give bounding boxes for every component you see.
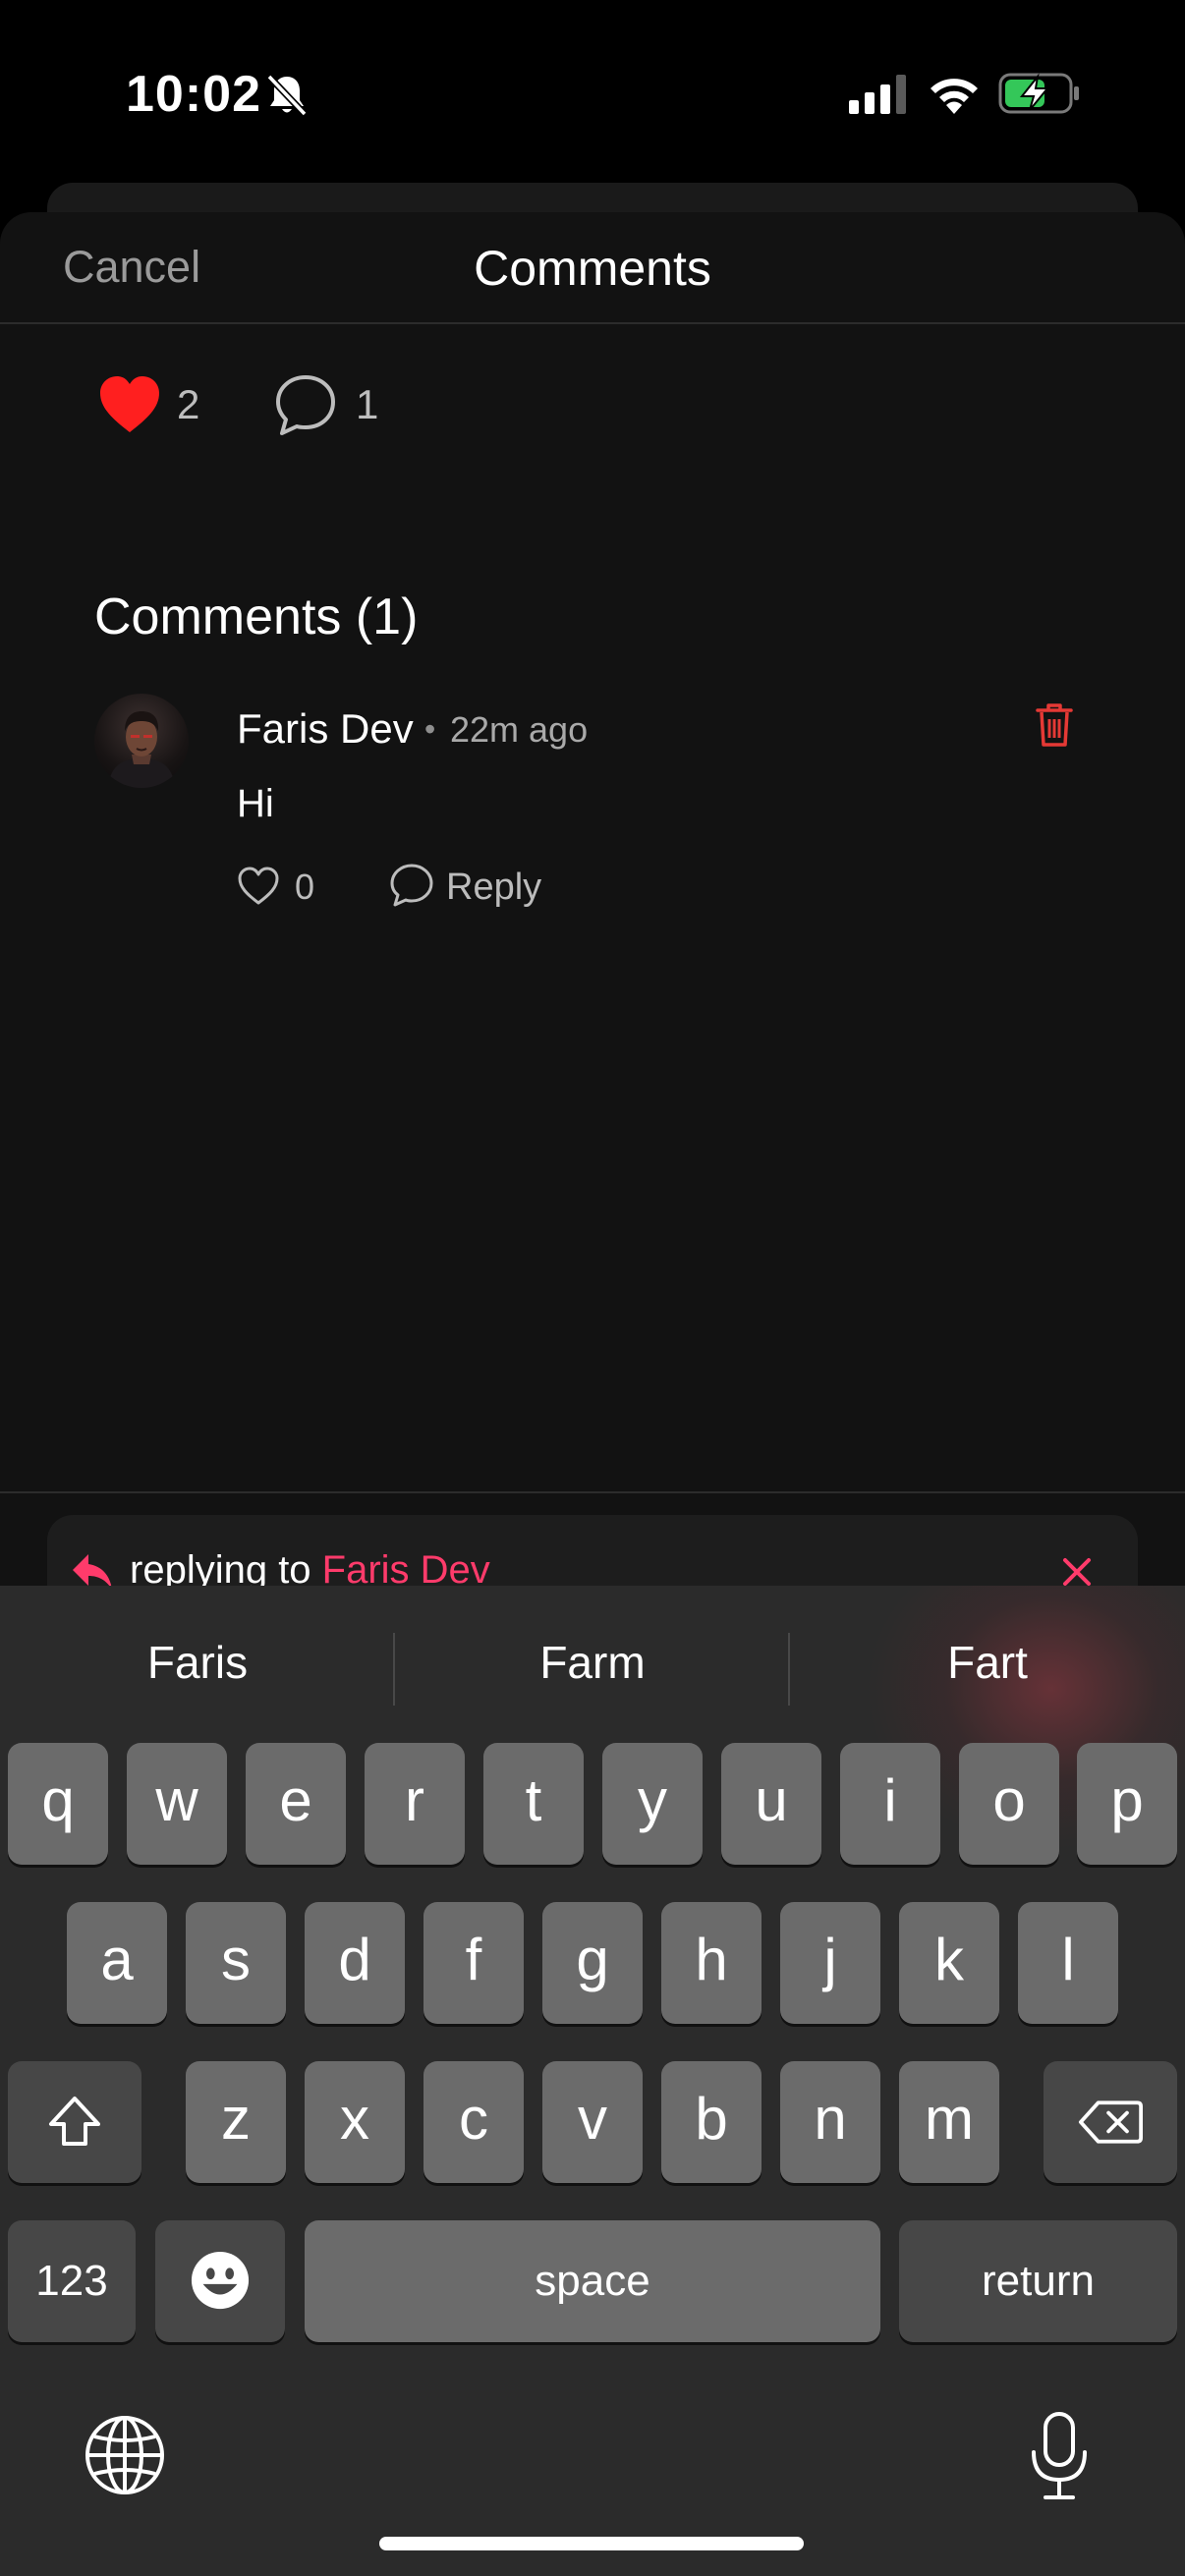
keyboard: Faris Farm Fart q w e r t y u i o p a s …	[0, 1586, 1185, 2576]
key-n[interactable]: n	[780, 2061, 880, 2183]
key-x[interactable]: x	[305, 2061, 405, 2183]
reply-bubble-icon[interactable]	[389, 863, 434, 908]
numbers-key[interactable]: 123	[8, 2220, 136, 2342]
avatar[interactable]	[94, 694, 189, 788]
key-s[interactable]: s	[186, 1902, 286, 2024]
avatar-portrait	[108, 711, 175, 788]
return-key[interactable]: return	[899, 2220, 1177, 2342]
suggestion-1[interactable]: Faris	[0, 1623, 395, 1702]
key-t[interactable]: t	[483, 1743, 584, 1865]
trash-icon[interactable]	[1034, 701, 1075, 749]
bell-slash-icon	[266, 74, 308, 117]
key-c[interactable]: c	[423, 2061, 524, 2183]
backspace-icon	[1078, 2100, 1143, 2144]
home-indicator	[379, 2537, 804, 2550]
key-f[interactable]: f	[423, 1902, 524, 2024]
microphone-icon[interactable]	[1028, 2411, 1091, 2501]
key-i[interactable]: i	[840, 1743, 940, 1865]
status-time: 10:02	[126, 66, 261, 123]
comment-timestamp: 22m ago	[450, 709, 589, 750]
emoji-key[interactable]	[155, 2220, 285, 2342]
key-z[interactable]: z	[186, 2061, 286, 2183]
status-bar: 10:02	[0, 0, 1185, 187]
key-w[interactable]: w	[127, 1743, 227, 1865]
key-v[interactable]: v	[542, 2061, 643, 2183]
space-key[interactable]: space	[305, 2220, 880, 2342]
globe-icon[interactable]	[85, 2415, 165, 2495]
key-b[interactable]: b	[661, 2061, 762, 2183]
sheet-header: Cancel Comments	[0, 212, 1185, 324]
heart-outline-icon[interactable]	[238, 867, 279, 906]
close-icon[interactable]	[1059, 1554, 1095, 1590]
cellular-signal-icon	[849, 75, 906, 114]
delete-key[interactable]	[1044, 2061, 1177, 2183]
key-k[interactable]: k	[899, 1902, 999, 2024]
key-o[interactable]: o	[959, 1743, 1059, 1865]
comment-text: Hi	[237, 782, 274, 825]
post-like-count: 2	[177, 381, 200, 427]
wifi-icon	[931, 79, 978, 114]
key-q[interactable]: q	[8, 1743, 108, 1865]
key-l[interactable]: l	[1018, 1902, 1118, 2024]
key-m[interactable]: m	[899, 2061, 999, 2183]
emoji-icon	[191, 2251, 250, 2310]
key-u[interactable]: u	[721, 1743, 821, 1865]
key-p[interactable]: p	[1077, 1743, 1177, 1865]
key-e[interactable]: e	[246, 1743, 346, 1865]
post-comment-count: 1	[356, 381, 379, 427]
comments-section-title: Comments (1)	[94, 588, 419, 645]
comment-author[interactable]: Faris Dev	[237, 705, 414, 753]
suggestion-3[interactable]: Fart	[790, 1623, 1185, 1702]
meta-separator: •	[424, 711, 436, 747]
key-d[interactable]: d	[305, 1902, 405, 2024]
suggestion-bar: Faris Farm Fart	[0, 1623, 1185, 1706]
page-title: Comments	[474, 241, 711, 296]
shift-key[interactable]	[8, 2061, 141, 2183]
key-g[interactable]: g	[542, 1902, 643, 2024]
divider	[0, 1491, 1185, 1493]
shift-arrow-icon	[49, 2097, 100, 2146]
comment-bubble-icon[interactable]	[273, 373, 338, 438]
key-y[interactable]: y	[602, 1743, 703, 1865]
heart-filled-icon[interactable]	[98, 375, 161, 434]
comment-like-count: 0	[295, 867, 315, 907]
reply-button[interactable]: Reply	[446, 867, 541, 909]
battery-charging-icon	[998, 73, 1079, 114]
key-r[interactable]: r	[365, 1743, 465, 1865]
comment-item: Faris Dev • 22m ago Hi 0 Reply	[94, 694, 1093, 929]
suggestion-2[interactable]: Farm	[395, 1623, 790, 1702]
key-h[interactable]: h	[661, 1902, 762, 2024]
key-a[interactable]: a	[67, 1902, 167, 2024]
key-j[interactable]: j	[780, 1902, 880, 2024]
